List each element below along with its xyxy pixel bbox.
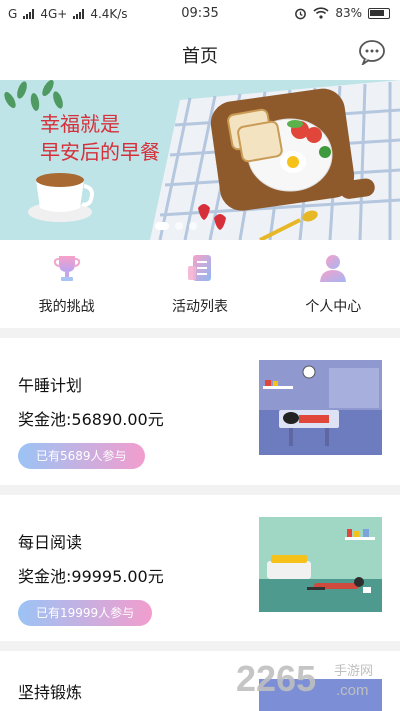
nav-label: 我的挑战 (38, 299, 95, 315)
reading-illustration (259, 517, 382, 612)
svg-text:2265: 2265 (236, 658, 316, 699)
page-title: 首页 (182, 46, 218, 67)
nav-label: 个人中心 (305, 299, 362, 315)
battery-percent: 83% (335, 6, 362, 20)
svg-text:手游网: 手游网 (334, 664, 373, 679)
challenge-card-reading[interactable]: 每日阅读 奖金池:99995.00元 已有19999人参与 (0, 497, 400, 642)
status-bar: G 4G+ 4.4K/s 09:35 83% (0, 0, 400, 28)
carousel-dot[interactable] (189, 222, 197, 230)
battery-icon (368, 7, 390, 19)
user-icon (320, 255, 347, 282)
carousel-indicator (155, 222, 197, 230)
trophy-icon (53, 256, 80, 281)
section-divider (0, 641, 400, 651)
nav-label: 活动列表 (171, 299, 228, 315)
card-prize-pool: 奖金池:99995.00元 (18, 567, 164, 586)
section-divider (0, 485, 400, 495)
participant-badge: 已有5689人参与 (18, 443, 145, 469)
chat-bubble-icon[interactable] (358, 39, 386, 65)
carousel-dot[interactable] (175, 222, 183, 230)
carousel-dot-active[interactable] (155, 222, 169, 230)
card-title: 每日阅读 (18, 533, 83, 552)
card-title: 午睡计划 (18, 376, 83, 395)
card-title: 坚持锻炼 (18, 683, 83, 702)
nav-item-my-challenge[interactable]: 我的挑战 (0, 244, 133, 326)
banner-slogan: 幸福就是 早安后的早餐 (40, 110, 160, 166)
status-right: 83% (294, 6, 390, 20)
challenge-card-nap[interactable]: 午睡计划 奖金池:56890.00元 已有5689人参与 (0, 340, 400, 485)
banner-carousel[interactable]: 幸福就是 早安后的早餐 (0, 80, 400, 240)
svg-text:.com: .com (336, 682, 369, 699)
quick-nav: 我的挑战 活动列表 个人中心 (0, 244, 400, 326)
list-icon (187, 255, 211, 281)
banner-line-1: 幸福就是 (40, 112, 120, 136)
nav-item-personal-center[interactable]: 个人中心 (267, 244, 400, 326)
card-prize-pool: 奖金池:56890.00元 (18, 410, 164, 429)
participant-badge: 已有19999人参与 (18, 600, 153, 626)
section-divider (0, 328, 400, 338)
wifi-icon (313, 7, 329, 19)
alarm-icon (295, 8, 307, 19)
site-watermark-logo: 2265 手游网 .com (236, 658, 373, 699)
banner-line-2: 早安后的早餐 (40, 140, 160, 164)
nav-item-activity-list[interactable]: 活动列表 (133, 244, 266, 326)
app-header: 首页 (0, 28, 400, 78)
nap-illustration (259, 360, 382, 455)
